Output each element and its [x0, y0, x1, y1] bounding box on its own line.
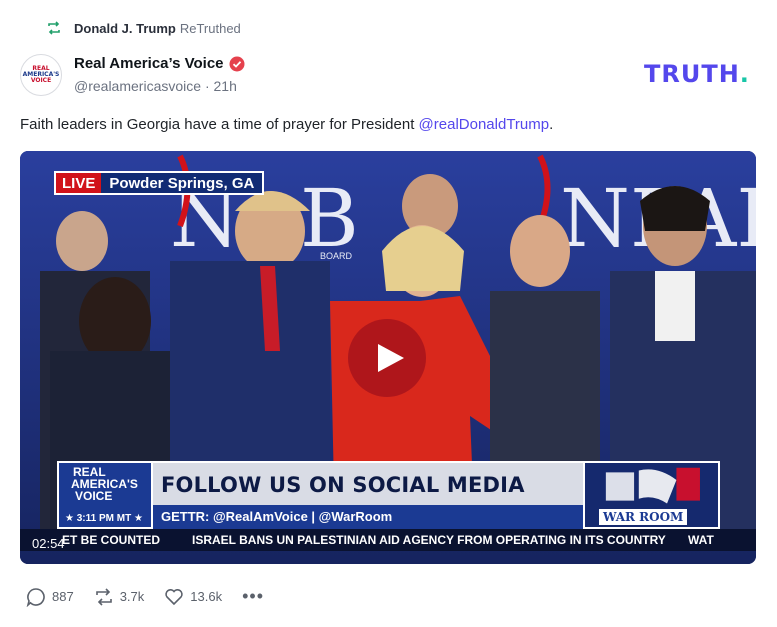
- reply-button[interactable]: 887: [26, 587, 74, 607]
- svg-text:BOARD: BOARD: [320, 251, 353, 261]
- avatar[interactable]: REAL AMERICA'S VOICE: [20, 54, 62, 96]
- video-player[interactable]: N B NFAB BOARD LIVE Powder Springs, GA: [20, 151, 756, 564]
- channel-logo: REAL AMERICA'S VOICE ★ 3:11 PM MT ★: [57, 461, 153, 529]
- author-block: Real America’s Voice @realamericasvoice …: [74, 55, 245, 94]
- lower-third-subline: GETTR: @RealAmVoice | @WarRoom: [153, 505, 583, 529]
- retruth-action: ReTruthed: [179, 20, 241, 36]
- play-button[interactable]: [348, 319, 426, 397]
- live-badge: LIVE Powder Springs, GA: [54, 171, 265, 195]
- heart-icon: [165, 588, 183, 605]
- retruth-header: Donald J. Trump ReTruthed: [46, 18, 241, 38]
- like-count: 13.6k: [190, 589, 223, 604]
- news-ticker: ET BE COUNTED ISRAEL BANS UN PALESTINIAN…: [20, 529, 756, 551]
- retruth-user[interactable]: Donald J. Trump: [74, 21, 176, 36]
- video-duration: 02:54: [32, 536, 65, 551]
- lower-third: REAL AMERICA'S VOICE ★ 3:11 PM MT ★ FOLL…: [57, 461, 720, 529]
- reply-count: 887: [52, 589, 74, 604]
- lower-third-headline: FOLLOW US ON SOCIAL MEDIA: [153, 461, 583, 505]
- play-icon: [378, 344, 404, 372]
- live-label: LIVE: [56, 173, 102, 193]
- mention-link[interactable]: @realDonaldTrump: [419, 116, 550, 133]
- author-name[interactable]: Real America’s Voice: [74, 55, 224, 72]
- retruth-icon: [95, 587, 112, 606]
- broadcast-time: ★ 3:11 PM MT ★: [65, 513, 143, 524]
- like-button[interactable]: 13.6k: [164, 587, 222, 607]
- verified-badge-icon: [229, 56, 245, 71]
- post-age[interactable]: 21h: [214, 78, 237, 94]
- retruth-button[interactable]: 3.7k: [94, 587, 145, 607]
- retruth-icon: [48, 21, 60, 35]
- author-handle[interactable]: @realamericasvoice: [74, 78, 201, 94]
- reply-icon: [26, 587, 45, 607]
- warroom-logo: WAR ROOM: [583, 461, 720, 529]
- truth-logo[interactable]: TRUTH.: [644, 60, 750, 88]
- live-location: Powder Springs, GA: [109, 175, 255, 192]
- avatar-logo: REAL AMERICA'S VOICE: [22, 65, 60, 84]
- retruth-count: 3.7k: [119, 589, 145, 604]
- post-text: Faith leaders in Georgia have a time of …: [20, 116, 554, 133]
- more-options-button[interactable]: •••: [242, 586, 264, 607]
- post-actions: 887 3.7k 13.6k •••: [26, 586, 264, 607]
- author-meta: @realamericasvoice · 21h: [74, 78, 237, 94]
